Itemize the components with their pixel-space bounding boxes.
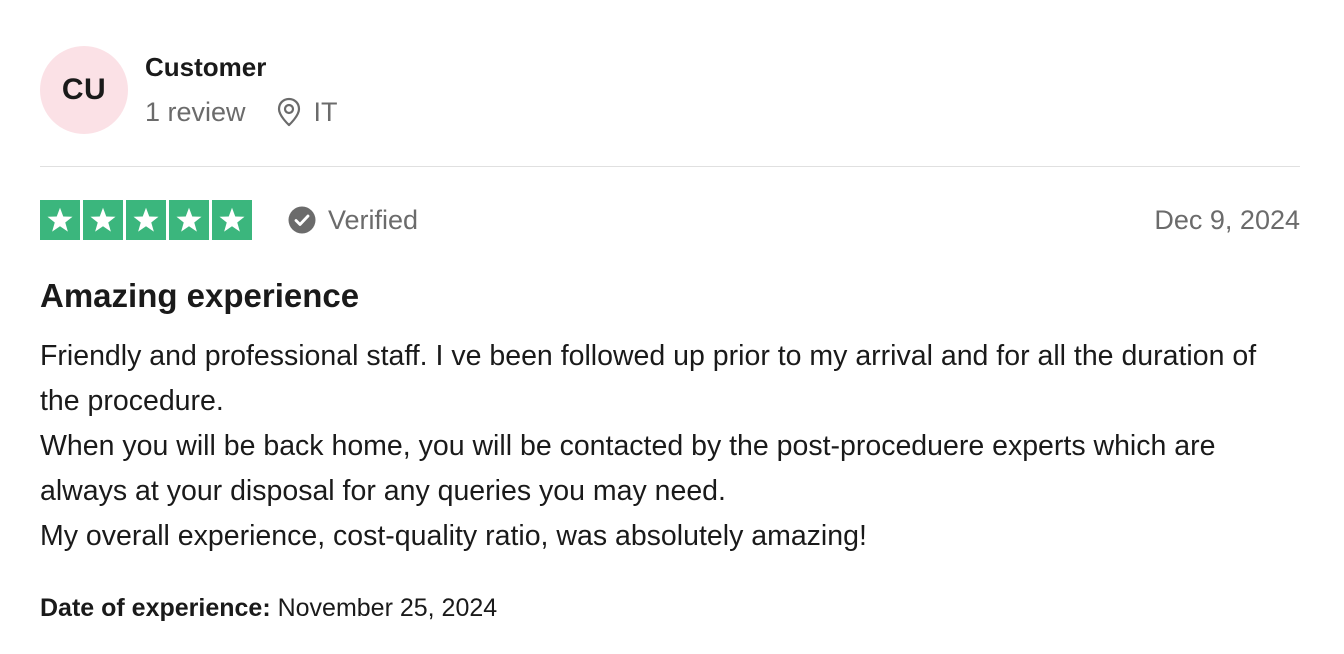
star-rating [40,200,252,240]
review-paragraph: My overall experience, cost-quality rati… [40,520,867,552]
review-paragraph: When you will be back home, you will be … [40,430,1224,507]
check-circle-icon [288,206,316,234]
star-icon [83,200,123,240]
consumer-name[interactable]: Customer [145,50,266,84]
location-pin-icon [276,97,302,127]
avatar[interactable]: CU [40,46,128,134]
star-icon [126,200,166,240]
consumer-meta: 1 review IT [145,94,338,130]
verified-label: Verified [328,204,419,235]
star-icon [40,200,80,240]
consumer-country: IT [313,96,338,127]
experience-date-value: November 25, 2024 [277,594,498,622]
review-date: Dec 9, 2024 [1154,205,1300,235]
review-paragraph: Friendly and professional staff. I ve be… [40,340,1265,417]
review-title[interactable]: Amazing experience [40,276,359,316]
review-count: 1 review [145,96,246,127]
star-icon [169,200,209,240]
avatar-initials: CU [61,73,107,106]
star-icon [212,200,252,240]
verified-badge[interactable]: Verified [288,202,418,238]
review-text: Friendly and professional staff. I ve be… [40,334,1302,559]
date-of-experience: Date of experience: November 25, 2024 [40,590,497,626]
divider [40,166,1300,167]
experience-label: Date of experience: [40,594,271,622]
review-card: CU Customer 1 review IT Verified Dec 9, … [40,0,1300,654]
